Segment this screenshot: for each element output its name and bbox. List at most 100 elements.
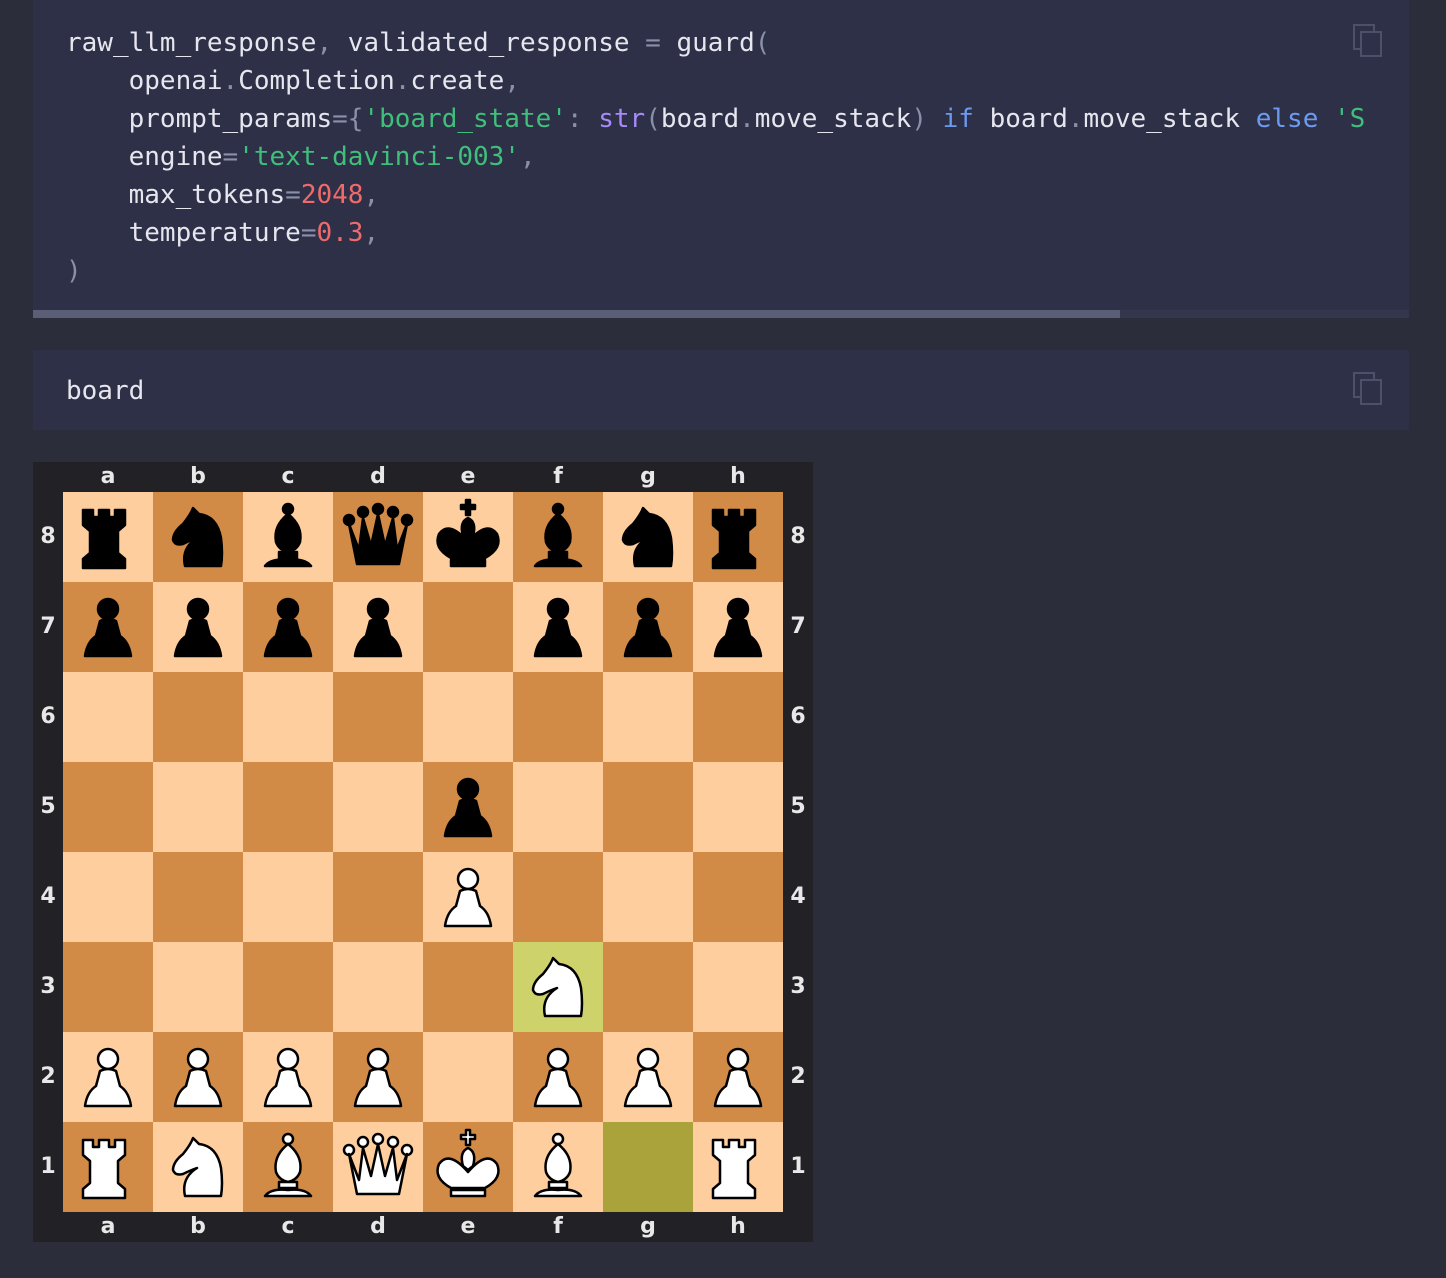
square-h1[interactable] <box>693 1122 783 1212</box>
square-d4[interactable] <box>333 852 423 942</box>
white-king-icon[interactable] <box>423 1122 513 1212</box>
square-g7[interactable] <box>603 582 693 672</box>
square-g6[interactable] <box>603 672 693 762</box>
square-a7[interactable] <box>63 582 153 672</box>
white-pawn-icon[interactable] <box>243 1032 333 1122</box>
square-f8[interactable] <box>513 492 603 582</box>
square-h4[interactable] <box>693 852 783 942</box>
square-g3[interactable] <box>603 942 693 1032</box>
white-pawn-icon[interactable] <box>603 1032 693 1122</box>
black-pawn-icon[interactable] <box>603 582 693 672</box>
white-pawn-icon[interactable] <box>693 1032 783 1122</box>
square-f6[interactable] <box>513 672 603 762</box>
square-h8[interactable] <box>693 492 783 582</box>
white-knight-icon[interactable] <box>513 942 603 1032</box>
square-h5[interactable] <box>693 762 783 852</box>
white-rook-icon[interactable] <box>693 1122 783 1212</box>
white-knight-icon[interactable] <box>153 1122 243 1212</box>
square-b8[interactable] <box>153 492 243 582</box>
white-rook-icon[interactable] <box>63 1122 153 1212</box>
square-h3[interactable] <box>693 942 783 1032</box>
square-g5[interactable] <box>603 762 693 852</box>
square-g8[interactable] <box>603 492 693 582</box>
square-b6[interactable] <box>153 672 243 762</box>
square-b3[interactable] <box>153 942 243 1032</box>
square-a2[interactable] <box>63 1032 153 1122</box>
black-king-icon[interactable] <box>423 492 513 582</box>
square-d7[interactable] <box>333 582 423 672</box>
square-d6[interactable] <box>333 672 423 762</box>
square-f2[interactable] <box>513 1032 603 1122</box>
square-d2[interactable] <box>333 1032 423 1122</box>
square-e2[interactable] <box>423 1032 513 1122</box>
white-pawn-icon[interactable] <box>423 852 513 942</box>
square-c4[interactable] <box>243 852 333 942</box>
square-a4[interactable] <box>63 852 153 942</box>
square-b4[interactable] <box>153 852 243 942</box>
square-b7[interactable] <box>153 582 243 672</box>
square-f1[interactable] <box>513 1122 603 1212</box>
square-a1[interactable] <box>63 1122 153 1212</box>
black-pawn-icon[interactable] <box>513 582 603 672</box>
square-f5[interactable] <box>513 762 603 852</box>
square-a5[interactable] <box>63 762 153 852</box>
square-c3[interactable] <box>243 942 333 1032</box>
square-a3[interactable] <box>63 942 153 1032</box>
square-g1[interactable] <box>603 1122 693 1212</box>
white-pawn-icon[interactable] <box>153 1032 243 1122</box>
black-pawn-icon[interactable] <box>333 582 423 672</box>
black-pawn-icon[interactable] <box>63 582 153 672</box>
square-d5[interactable] <box>333 762 423 852</box>
black-rook-icon[interactable] <box>63 492 153 582</box>
square-f4[interactable] <box>513 852 603 942</box>
white-bishop-icon[interactable] <box>513 1122 603 1212</box>
square-c5[interactable] <box>243 762 333 852</box>
square-c1[interactable] <box>243 1122 333 1212</box>
black-knight-icon[interactable] <box>603 492 693 582</box>
horizontal-scrollbar[interactable] <box>33 310 1409 318</box>
white-bishop-icon[interactable] <box>243 1122 333 1212</box>
black-knight-icon[interactable] <box>153 492 243 582</box>
square-b5[interactable] <box>153 762 243 852</box>
black-pawn-icon[interactable] <box>693 582 783 672</box>
square-g2[interactable] <box>603 1032 693 1122</box>
square-e8[interactable] <box>423 492 513 582</box>
square-f7[interactable] <box>513 582 603 672</box>
copy-button[interactable] <box>1353 24 1383 58</box>
square-e3[interactable] <box>423 942 513 1032</box>
square-e7[interactable] <box>423 582 513 672</box>
square-b1[interactable] <box>153 1122 243 1212</box>
square-c7[interactable] <box>243 582 333 672</box>
square-c6[interactable] <box>243 672 333 762</box>
square-a8[interactable] <box>63 492 153 582</box>
square-h6[interactable] <box>693 672 783 762</box>
black-pawn-icon[interactable] <box>153 582 243 672</box>
square-g4[interactable] <box>603 852 693 942</box>
copy-button[interactable] <box>1353 372 1383 406</box>
white-pawn-icon[interactable] <box>333 1032 423 1122</box>
square-d3[interactable] <box>333 942 423 1032</box>
square-f3[interactable] <box>513 942 603 1032</box>
square-a6[interactable] <box>63 672 153 762</box>
scrollbar-thumb[interactable] <box>33 310 1121 318</box>
white-pawn-icon[interactable] <box>63 1032 153 1122</box>
square-h2[interactable] <box>693 1032 783 1122</box>
black-pawn-icon[interactable] <box>243 582 333 672</box>
black-pawn-icon[interactable] <box>423 762 513 852</box>
square-d1[interactable] <box>333 1122 423 1212</box>
square-e5[interactable] <box>423 762 513 852</box>
square-d8[interactable] <box>333 492 423 582</box>
black-rook-icon[interactable] <box>693 492 783 582</box>
black-bishop-icon[interactable] <box>513 492 603 582</box>
square-b2[interactable] <box>153 1032 243 1122</box>
square-c8[interactable] <box>243 492 333 582</box>
square-e4[interactable] <box>423 852 513 942</box>
square-e1[interactable] <box>423 1122 513 1212</box>
white-pawn-icon[interactable] <box>513 1032 603 1122</box>
black-bishop-icon[interactable] <box>243 492 333 582</box>
square-h7[interactable] <box>693 582 783 672</box>
black-queen-icon[interactable] <box>333 492 423 582</box>
white-queen-icon[interactable] <box>333 1122 423 1212</box>
square-e6[interactable] <box>423 672 513 762</box>
square-c2[interactable] <box>243 1032 333 1122</box>
